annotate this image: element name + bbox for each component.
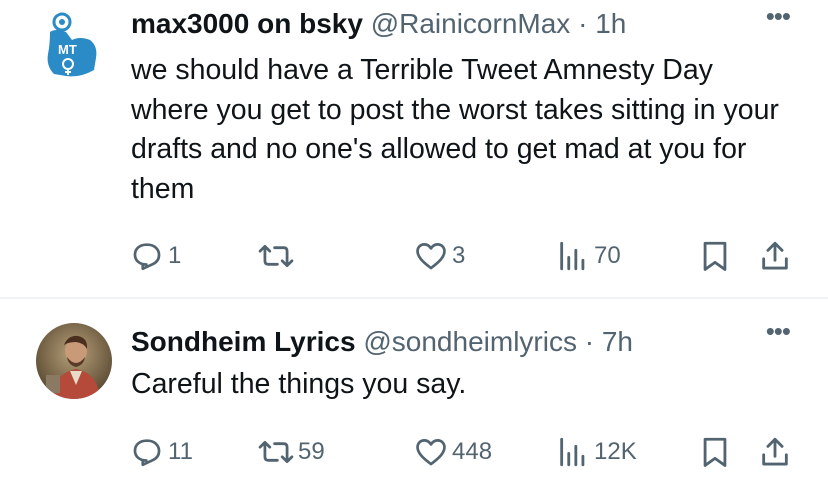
separator: · (584, 326, 595, 357)
display-name[interactable]: max3000 on bsky (131, 8, 363, 39)
retweet-icon (258, 440, 294, 464)
bookmark-icon (703, 437, 727, 467)
like-count: 448 (452, 438, 493, 465)
timestamp[interactable]: 7h (602, 326, 633, 357)
reply-button[interactable]: 11 (130, 432, 193, 472)
reply-count: 11 (168, 438, 193, 465)
share-icon (762, 241, 788, 270)
heart-icon (416, 439, 446, 466)
display-name[interactable]: Sondheim Lyrics (131, 326, 356, 357)
tweet[interactable]: Sondheim Lyrics @sondheimlyrics · 7h •••… (0, 299, 828, 483)
view-count: 70 (594, 242, 621, 269)
separator: · (578, 8, 588, 39)
tweet-text: Careful the things you say. (131, 368, 467, 400)
user-handle[interactable]: @sondheimlyrics (363, 326, 577, 357)
like-count: 3 (452, 242, 466, 269)
share-icon (762, 437, 788, 466)
tweet-text: we should have a Terrible Tweet Amnesty … (131, 54, 779, 205)
more-options-button[interactable]: ••• (766, 3, 791, 29)
reply-icon (133, 243, 161, 271)
views-button[interactable]: 70 (556, 236, 621, 276)
reply-icon (133, 439, 161, 467)
like-button[interactable]: 448 (414, 432, 492, 472)
avatar-text: MT (58, 42, 77, 57)
flexing-arm-icon: MT (36, 10, 112, 86)
avatar[interactable]: MT (36, 10, 112, 86)
retweet-button[interactable]: 59 (258, 432, 325, 472)
man-portrait-icon (36, 323, 112, 399)
action-bar: 1 3 70 (0, 236, 828, 276)
avatar[interactable] (36, 323, 112, 399)
user-handle[interactable]: @RainicornMax (371, 8, 571, 39)
tweet-header: Sondheim Lyrics @sondheimlyrics · 7h (131, 324, 633, 360)
more-options-button[interactable]: ••• (766, 318, 791, 344)
view-count: 12K (594, 438, 637, 465)
share-button[interactable] (758, 432, 792, 472)
retweet-count: 59 (298, 438, 325, 465)
bookmark-icon (703, 241, 727, 271)
tweet[interactable]: MT max3000 on bsky @RainicornMax · 1h ••… (0, 0, 828, 298)
bookmark-button[interactable] (700, 236, 730, 276)
views-button[interactable]: 12K (556, 432, 637, 472)
views-chart-icon (560, 241, 585, 271)
tweet-header: max3000 on bsky @RainicornMax · 1h (131, 6, 626, 42)
share-button[interactable] (758, 236, 792, 276)
action-bar: 11 59 448 12K (0, 432, 828, 472)
like-button[interactable]: 3 (414, 236, 465, 276)
timestamp[interactable]: 1h (595, 8, 626, 39)
retweet-icon (258, 244, 294, 268)
reply-count: 1 (168, 242, 182, 269)
reply-button[interactable]: 1 (130, 236, 181, 276)
views-chart-icon (560, 437, 585, 467)
heart-icon (416, 243, 446, 270)
bookmark-button[interactable] (700, 432, 730, 472)
retweet-button[interactable] (258, 236, 298, 276)
